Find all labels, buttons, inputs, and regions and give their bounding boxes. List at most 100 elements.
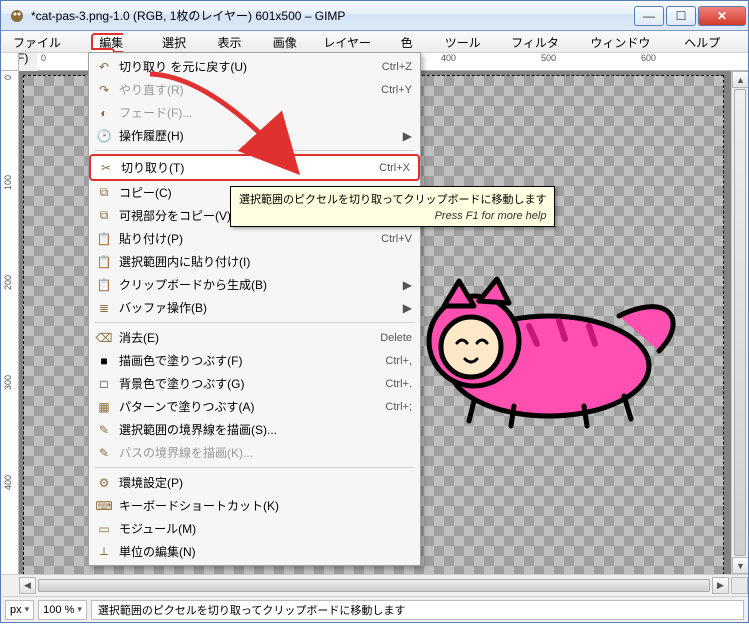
menu-item[interactable]: ✂切り取り(T)Ctrl+X [89,154,420,181]
scroll-left-button[interactable]: ◀ [19,577,36,594]
menu-item[interactable]: ≣バッファ操作(B)▶ [89,296,420,319]
edit-menu-dropdown: ↶切り取り を元に戻す(U)Ctrl+Z↷やり直す(R)Ctrl+Y◐フェード(… [88,52,421,566]
menu-item-shortcut: Ctrl+Y [381,84,412,96]
menu-separator [95,322,414,323]
menu-item-shortcut: Ctrl+X [379,162,410,174]
submenu-arrow-icon: ▶ [397,301,412,315]
menu-item-label: モジュール(M) [115,520,412,537]
menu-item-label: クリップボードから生成(B) [115,276,397,293]
paste-icon: 📋 [93,232,115,246]
menu-item[interactable]: ✎選択範囲の境界線を描画(S)... [89,418,420,441]
menu-item[interactable]: ⚙環境設定(P) [89,471,420,494]
fill-bg-icon: □ [93,377,115,391]
menu-item[interactable]: 📋クリップボードから生成(B)▶ [89,273,420,296]
tooltip-help: Press F1 for more help [239,210,546,222]
nav-preview-button[interactable] [731,577,748,594]
menu-item-shortcut: Ctrl+V [381,233,412,245]
menu-item-shortcut: Delete [380,332,412,344]
menu-item-label: 選択範囲の境界線を描画(S)... [115,421,412,438]
tooltip-text: 選択範囲のピクセルを切り取ってクリップボードに移動します [239,191,546,207]
menu-item: ↷やり直す(R)Ctrl+Y [89,78,420,101]
menu-layer[interactable]: レイヤー(L) [315,31,392,52]
menu-item-label: 消去(E) [115,329,380,346]
scrollbar-vertical[interactable]: ▲ ▼ [731,71,748,574]
menu-image[interactable]: 画像(I) [265,31,316,52]
app-icon [9,8,25,24]
stroke-path-icon: ✎ [93,446,115,460]
copy-visible-icon: ⧉ [93,208,115,223]
submenu-arrow-icon: ▶ [397,278,412,292]
ruler-corner [1,53,19,71]
menu-item-label: やり直す(R) [115,81,381,98]
menu-item-label: 切り取り(T) [117,159,379,176]
menu-tools[interactable]: ツール(T) [437,31,503,52]
cut-icon: ✂ [95,161,117,175]
eraser-icon: ⌫ [93,331,115,345]
copy-icon: ⧉ [93,185,115,200]
scroll-right-button[interactable]: ▶ [712,577,729,594]
window-buttons: — ☐ ✕ [634,6,746,26]
menu-item-label: 切り取り を元に戻す(U) [115,58,382,75]
scroll-up-button[interactable]: ▲ [732,71,748,88]
menu-item[interactable]: ⌫消去(E)Delete [89,326,420,349]
menu-item[interactable]: 🕑操作履歴(H)▶ [89,124,420,147]
zoom-selector[interactable]: 100 % [38,600,87,620]
fade-icon: ◐ [93,106,115,120]
menu-item[interactable]: □背景色で塗りつぶす(G)Ctrl+. [89,372,420,395]
menu-edit[interactable]: 編集(E) [83,31,154,52]
menu-help[interactable]: ヘルプ(H) [676,31,744,52]
menu-item-label: キーボードショートカット(K) [115,497,412,514]
menu-item-label: 貼り付け(P) [115,230,381,247]
statusbar: px 100 % 選択範囲のピクセルを切り取ってクリップボードに移動します [1,596,748,622]
menu-filters[interactable]: フィルタ(R) [503,31,582,52]
menu-item[interactable]: 📋選択範囲内に貼り付け(I) [89,250,420,273]
scroll-down-button[interactable]: ▼ [732,557,748,574]
titlebar[interactable]: *cat-pas-3.png-1.0 (RGB, 1枚のレイヤー) 601x50… [1,1,748,31]
menu-item[interactable]: 📋貼り付け(P)Ctrl+V [89,227,420,250]
redo-icon: ↷ [93,83,115,97]
keyboard-icon: ⌨ [93,499,115,513]
menu-item[interactable]: ▦パターンで塗りつぶす(A)Ctrl+; [89,395,420,418]
menu-item[interactable]: ⌨キーボードショートカット(K) [89,494,420,517]
history-icon: 🕑 [93,129,115,143]
scrollbar-horizontal[interactable]: ◀ ▶ [1,574,748,596]
menu-separator [95,150,414,151]
canvas-artwork [419,271,699,441]
clipboard-icon: 📋 [93,278,115,292]
submenu-arrow-icon: ▶ [397,129,412,143]
menu-item[interactable]: ↶切り取り を元に戻す(U)Ctrl+Z [89,55,420,78]
unit-selector[interactable]: px [5,600,34,620]
menu-separator [95,467,414,468]
menu-item-label: パスの境界線を描画(K)... [115,444,412,461]
menu-view[interactable]: 表示(V) [209,31,264,52]
scroll-thumb-vertical[interactable] [734,89,746,556]
menu-item[interactable]: ■描画色で塗りつぶす(F)Ctrl+, [89,349,420,372]
menu-item-shortcut: Ctrl+, [385,355,412,367]
stroke-sel-icon: ✎ [93,423,115,437]
menu-item[interactable]: ⟂単位の編集(N) [89,540,420,563]
menu-item-label: 背景色で塗りつぶす(G) [115,375,385,392]
fill-pattern-icon: ▦ [93,400,115,414]
menu-item-label: バッファ操作(B) [115,299,397,316]
buffer-icon: ≣ [93,301,115,315]
minimize-button[interactable]: — [634,6,664,26]
menu-item-label: 環境設定(P) [115,474,412,491]
module-icon: ▭ [93,522,115,536]
menu-item-shortcut: Ctrl+Z [382,61,412,73]
window-title: *cat-pas-3.png-1.0 (RGB, 1枚のレイヤー) 601x50… [31,7,634,24]
maximize-button[interactable]: ☐ [666,6,696,26]
ruler-vertical[interactable]: 0 100 200 300 400 [1,71,19,574]
close-button[interactable]: ✕ [698,6,746,26]
menu-windows[interactable]: ウィンドウ(W) [582,31,676,52]
menu-colors[interactable]: 色(C) [393,31,437,52]
menu-item-label: フェード(F)... [115,104,412,121]
scroll-thumb-horizontal[interactable] [38,579,710,592]
menu-item[interactable]: ▭モジュール(M) [89,517,420,540]
prefs-icon: ⚙ [93,476,115,490]
paste-into-icon: 📋 [93,255,115,269]
menu-item-label: 選択範囲内に貼り付け(I) [115,253,412,270]
menu-select[interactable]: 選択(S) [154,31,209,52]
menu-item-label: 操作履歴(H) [115,127,397,144]
menubar[interactable]: ファイル(F) 編集(E) 選択(S) 表示(V) 画像(I) レイヤー(L) … [1,31,748,53]
menu-file[interactable]: ファイル(F) [5,31,83,52]
